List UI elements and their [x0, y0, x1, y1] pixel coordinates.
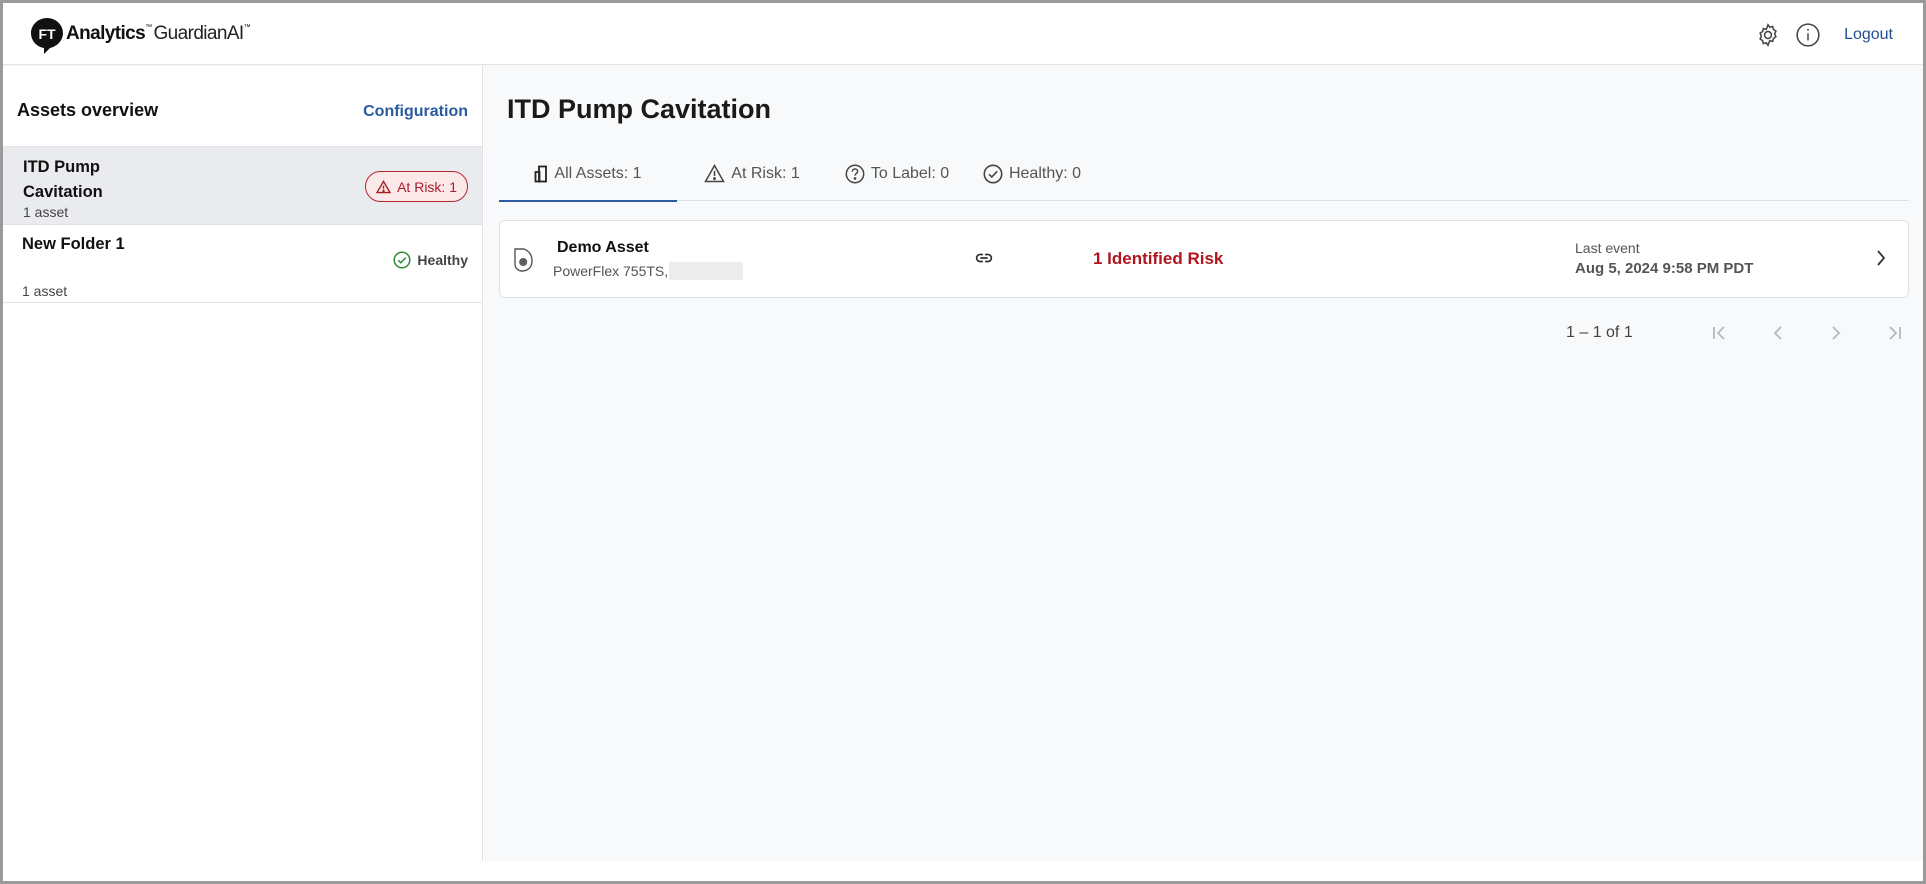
next-page-button[interactable] — [1807, 318, 1865, 348]
asset-name: Demo Asset — [557, 239, 649, 256]
tab-label: All Assets: 1 — [554, 164, 642, 182]
svg-text:FT: FT — [38, 26, 56, 42]
logo-product-trademark: ™ — [243, 24, 251, 31]
tab-label: At Risk: 1 — [731, 164, 800, 182]
logo-analytics: Analytics — [66, 23, 146, 44]
asset-filter-tabs: All Assets: 1 At Risk: 1 To Label: 0 Hea… — [499, 146, 1909, 202]
pagination: 1 – 1 of 1 — [1566, 318, 1923, 348]
sidebar-title: Assets overview — [17, 100, 159, 120]
logo: FT Analytics ™ GuardianAI ™ — [30, 17, 251, 55]
chevron-right-icon — [1832, 326, 1841, 340]
identified-risk-count: 1 Identified Risk — [1093, 249, 1224, 268]
healthy-status: Healthy — [393, 251, 468, 269]
link-icon[interactable] — [974, 248, 994, 268]
folder-name: ITD Pump Cavitation — [23, 158, 103, 201]
warning-icon — [376, 179, 392, 193]
first-page-button[interactable] — [1691, 318, 1749, 348]
asset-model-text: PowerFlex 755TS, — [553, 263, 669, 279]
page-title: ITD Pump Cavitation — [507, 94, 772, 124]
sidebar: Assets overview Configuration ITD Pump C… — [3, 66, 483, 861]
tab-healthy[interactable]: Healthy: 0 — [967, 146, 1097, 201]
app-window: FT Analytics ™ GuardianAI ™ Logout Asset… — [0, 0, 1926, 884]
info-icon — [1796, 23, 1820, 47]
warning-icon — [704, 164, 726, 183]
at-risk-badge-label: At Risk: 1 — [397, 178, 457, 195]
ft-badge-icon: FT — [31, 18, 63, 54]
drive-device-icon — [514, 248, 533, 272]
sidebar-header: Assets overview Configuration — [3, 66, 482, 147]
info-button[interactable] — [1794, 21, 1822, 49]
logo-product: GuardianAI — [153, 23, 245, 44]
tab-at-risk[interactable]: At Risk: 1 — [677, 146, 827, 201]
previous-page-button[interactable] — [1749, 318, 1807, 348]
last-event-value: Aug 5, 2024 9:58 PM PDT — [1575, 260, 1754, 277]
folder-item-new-folder-1[interactable]: New Folder 1 1 asset Healthy — [3, 225, 482, 303]
folder-name: New Folder 1 — [22, 235, 125, 253]
folder-asset-count: 1 asset — [22, 283, 68, 299]
building-icon — [535, 165, 548, 182]
tab-all-assets[interactable]: All Assets: 1 — [499, 146, 677, 202]
tab-to-label[interactable]: To Label: 0 — [827, 146, 967, 201]
tab-label: To Label: 0 — [870, 164, 950, 182]
folder-item-itd-pump-cavitation[interactable]: ITD Pump Cavitation 1 asset At Risk: 1 — [3, 147, 482, 225]
at-risk-badge: At Risk: 1 — [365, 171, 468, 202]
top-bar: FT Analytics ™ GuardianAI ™ Logout — [3, 3, 1923, 65]
check-circle-icon — [393, 251, 411, 269]
gear-icon — [1759, 23, 1777, 47]
healthy-status-label: Healthy — [417, 252, 468, 268]
last-event-label: Last event — [1575, 240, 1640, 256]
last-page-icon — [1889, 326, 1901, 340]
asset-row[interactable]: Demo Asset PowerFlex 755TS, 1 Identified… — [499, 220, 1909, 298]
configuration-link[interactable]: Configuration — [363, 103, 468, 121]
chevron-right-icon[interactable] — [1874, 247, 1888, 269]
chevron-left-icon — [1773, 326, 1782, 340]
logout-link[interactable]: Logout — [1844, 26, 1893, 44]
logo-wordmark: Analytics ™ GuardianAI ™ — [66, 23, 251, 45]
first-page-icon — [1713, 326, 1725, 340]
last-page-button[interactable] — [1865, 318, 1923, 348]
pagination-range: 1 – 1 of 1 — [1566, 324, 1633, 341]
question-icon — [845, 164, 865, 183]
header-actions: Logout — [1754, 21, 1893, 49]
tab-label: Healthy: 0 — [1008, 164, 1082, 182]
main-panel: ITD Pump Cavitation All Assets: 1 At Ris… — [484, 66, 1923, 861]
settings-button[interactable] — [1754, 21, 1782, 49]
check-circle-icon — [983, 164, 1003, 183]
logo-trademark: ™ — [145, 24, 152, 31]
asset-model: PowerFlex 755TS, — [553, 262, 744, 280]
redacted-serial — [669, 262, 744, 280]
folder-asset-count: 1 asset — [23, 204, 69, 220]
